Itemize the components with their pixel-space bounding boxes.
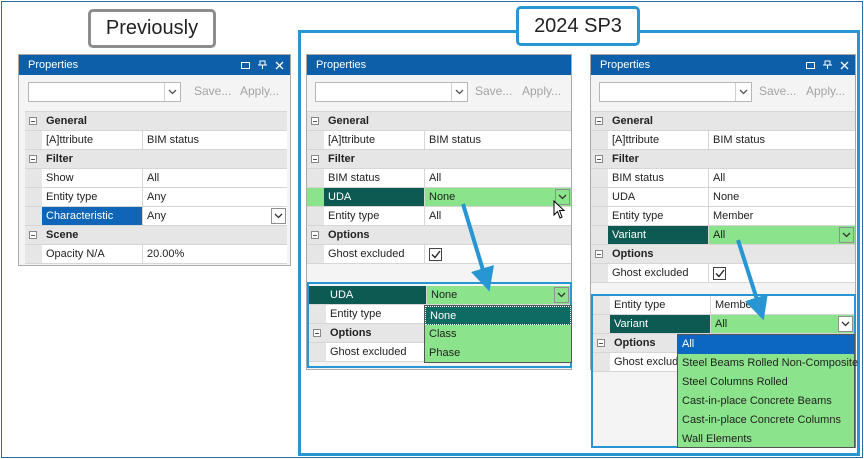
collapse-icon[interactable] bbox=[29, 117, 37, 125]
panel-title: Properties bbox=[316, 59, 367, 71]
save-button[interactable]: Save... bbox=[194, 84, 231, 98]
chevron-down-icon bbox=[451, 83, 467, 101]
list-option-steel-columns[interactable]: Steel Columns Rolled bbox=[678, 373, 854, 392]
list-option-concrete-columns[interactable]: Cast-in-place Concrete Columns bbox=[678, 411, 854, 430]
row-bim-status[interactable]: BIM status All bbox=[307, 169, 571, 188]
pin-icon[interactable] bbox=[822, 55, 833, 75]
collapse-icon[interactable] bbox=[313, 329, 321, 337]
row-entity-type[interactable]: Entity type All bbox=[307, 207, 571, 226]
pin-icon[interactable] bbox=[257, 55, 268, 75]
uda-options-list: None Class Phase bbox=[424, 305, 572, 363]
collapse-icon[interactable] bbox=[595, 117, 603, 125]
property-grid: General [A]ttribute BIM status Filter Sho… bbox=[25, 111, 287, 264]
save-button[interactable]: Save... bbox=[759, 84, 796, 98]
panel-header: Properties bbox=[307, 55, 571, 75]
chevron-down-icon bbox=[164, 83, 180, 101]
category-general[interactable]: General bbox=[307, 112, 571, 131]
row-attribute[interactable]: [A]ttribute BIM status bbox=[307, 131, 571, 150]
category-scene[interactable]: Scene bbox=[25, 226, 287, 245]
list-option-class[interactable]: Class bbox=[425, 325, 571, 344]
uda-zoom-frame: UDA None Entity type Options Ghost exclud… bbox=[307, 282, 572, 368]
property-grid: General [A]ttribute BIM status Filter BIM… bbox=[591, 111, 855, 283]
row-entity-type[interactable]: Entity type Member bbox=[593, 296, 854, 315]
property-grid: General [A]ttribute BIM status Filter BIM… bbox=[307, 111, 571, 264]
panel-title: Properties bbox=[28, 59, 79, 71]
preset-dropdown[interactable] bbox=[315, 82, 468, 102]
category-options[interactable]: Options bbox=[591, 245, 855, 264]
window-menu-icon[interactable] bbox=[805, 55, 816, 75]
panel-header: Properties bbox=[19, 55, 290, 75]
category-general[interactable]: General bbox=[591, 112, 855, 131]
window-menu-icon[interactable] bbox=[240, 55, 251, 75]
category-filter[interactable]: Filter bbox=[591, 150, 855, 169]
close-icon[interactable] bbox=[839, 55, 850, 75]
variant-options-list: All Steel Beams Rolled Non-Composite Ste… bbox=[677, 334, 858, 449]
category-filter[interactable]: Filter bbox=[25, 150, 287, 169]
row-attribute[interactable]: [A]ttribute BIM status bbox=[25, 131, 287, 150]
row-uda[interactable]: UDA None bbox=[309, 286, 570, 305]
collapse-icon[interactable] bbox=[29, 231, 37, 239]
list-option-concrete-beams[interactable]: Cast-in-place Concrete Beams bbox=[678, 392, 854, 411]
ghost-excluded-checkbox[interactable] bbox=[429, 248, 442, 261]
category-general[interactable]: General bbox=[25, 112, 287, 131]
row-ghost-excluded[interactable]: Ghost excluded bbox=[591, 264, 855, 283]
mouse-cursor-icon bbox=[553, 200, 566, 219]
collapse-icon[interactable] bbox=[595, 155, 603, 163]
category-options[interactable]: Options bbox=[307, 226, 571, 245]
collapse-icon[interactable] bbox=[595, 250, 603, 258]
variant-zoom-frame: Entity type Member Variant All Options Gho… bbox=[591, 294, 858, 449]
chevron-down-icon[interactable] bbox=[838, 316, 853, 332]
save-button[interactable]: Save... bbox=[475, 84, 512, 98]
row-uda[interactable]: UDA None bbox=[307, 188, 571, 207]
list-option-phase[interactable]: Phase bbox=[425, 344, 571, 363]
panel-header: Properties bbox=[591, 55, 855, 75]
apply-button[interactable]: Apply... bbox=[240, 84, 279, 98]
toolbar: Save... Apply... bbox=[591, 75, 855, 107]
row-entity-type[interactable]: Entity type Any bbox=[25, 188, 287, 207]
list-option-none[interactable]: None bbox=[425, 306, 571, 325]
list-option-wall-elements[interactable]: Wall Elements bbox=[678, 430, 854, 449]
row-variant[interactable]: Variant All bbox=[591, 226, 855, 245]
close-icon[interactable] bbox=[274, 55, 285, 75]
list-option-steel-beams[interactable]: Steel Beams Rolled Non-Composite bbox=[678, 354, 858, 373]
row-opacity[interactable]: Opacity N/A 20.00% bbox=[25, 245, 287, 264]
category-filter[interactable]: Filter bbox=[307, 150, 571, 169]
row-uda[interactable]: UDA None bbox=[591, 188, 855, 207]
apply-button[interactable]: Apply... bbox=[522, 84, 561, 98]
ghost-excluded-checkbox[interactable] bbox=[713, 267, 726, 280]
collapse-icon[interactable] bbox=[597, 339, 605, 347]
row-bim-status[interactable]: BIM status All bbox=[591, 169, 855, 188]
panel-title: Properties bbox=[600, 59, 651, 71]
toolbar: Save... Apply... bbox=[307, 75, 571, 107]
collapse-icon[interactable] bbox=[311, 117, 319, 125]
chevron-down-icon[interactable] bbox=[554, 287, 569, 303]
row-attribute[interactable]: [A]ttribute BIM status bbox=[591, 131, 855, 150]
row-ghost-excluded[interactable]: Ghost excluded bbox=[307, 245, 571, 264]
preset-dropdown[interactable] bbox=[599, 82, 752, 102]
collapse-icon[interactable] bbox=[311, 155, 319, 163]
sp3-callout: 2024 SP3 bbox=[516, 6, 640, 46]
row-show[interactable]: Show All bbox=[25, 169, 287, 188]
list-option-all[interactable]: All bbox=[678, 335, 854, 354]
preset-dropdown[interactable] bbox=[28, 82, 181, 102]
collapse-icon[interactable] bbox=[29, 155, 37, 163]
previously-callout: Previously bbox=[88, 9, 216, 48]
properties-panel-previous: Properties Save... Apply... General [A]t… bbox=[18, 54, 291, 266]
chevron-down-icon bbox=[735, 83, 751, 101]
toolbar: Save... Apply... bbox=[19, 75, 290, 107]
chevron-down-icon[interactable] bbox=[839, 227, 854, 243]
row-characteristic[interactable]: Characteristic Any bbox=[25, 207, 287, 226]
collapse-icon[interactable] bbox=[311, 231, 319, 239]
apply-button[interactable]: Apply... bbox=[806, 84, 845, 98]
chevron-down-icon[interactable] bbox=[271, 208, 286, 224]
row-entity-type[interactable]: Entity type Member bbox=[591, 207, 855, 226]
row-variant[interactable]: Variant All bbox=[593, 315, 854, 334]
